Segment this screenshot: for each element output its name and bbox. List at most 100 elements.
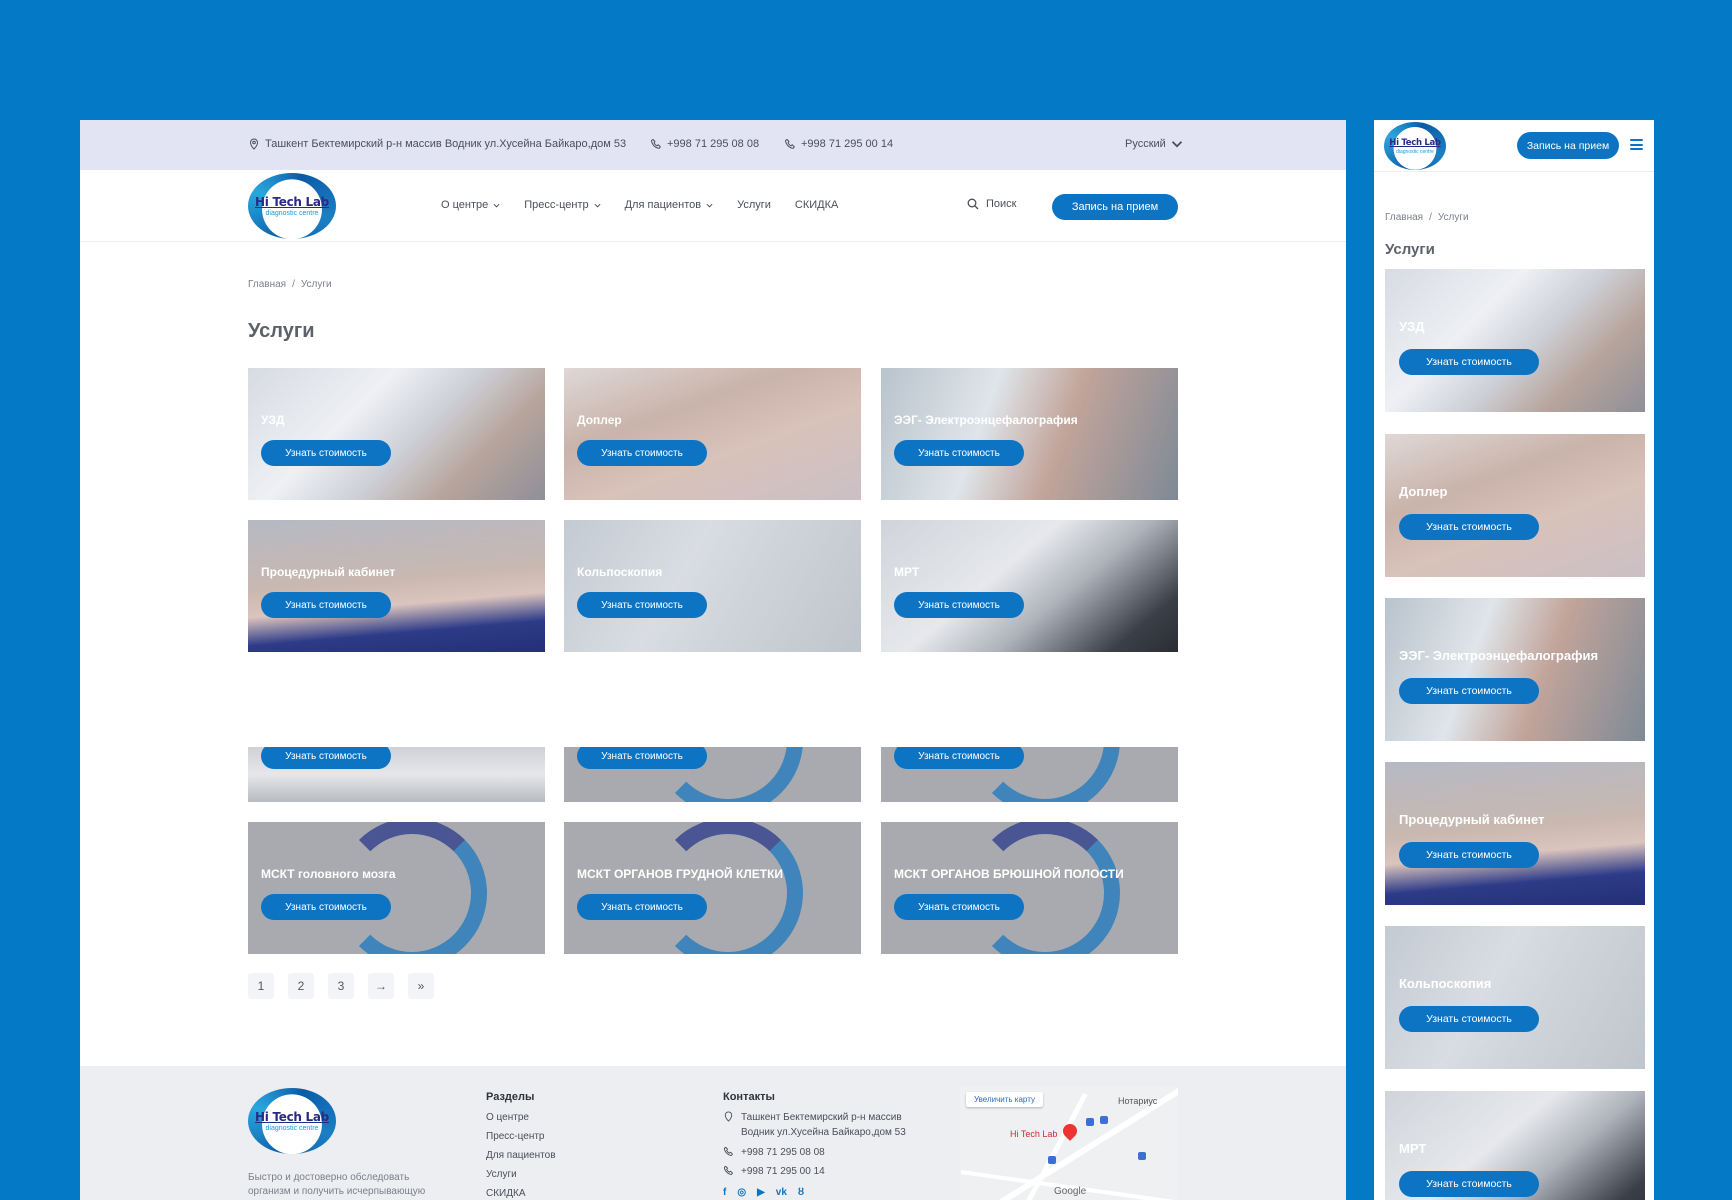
get-price-button[interactable]: Узнать стоимость <box>1399 349 1539 375</box>
nav-item-label: Пресс-центр <box>524 199 589 211</box>
youtube-icon[interactable]: ▶ <box>757 1187 765 1198</box>
get-price-button[interactable]: Узнать стоимость <box>577 440 707 466</box>
page-title: Услуги <box>248 320 315 342</box>
phone-icon <box>650 138 661 149</box>
page-1[interactable]: 1 <box>248 973 274 999</box>
mobile-service-card[interactable]: УЗД Узнать стоимость <box>1385 269 1645 412</box>
page-last[interactable]: » <box>408 973 434 999</box>
get-price-button[interactable]: Узнать стоимость <box>1399 842 1539 868</box>
phone-icon <box>784 138 795 149</box>
get-price-button[interactable]: Узнать стоимость <box>577 894 707 920</box>
mobile-logo[interactable]: Hi Tech Lab diagnostic centre <box>1384 122 1446 170</box>
breadcrumb-home[interactable]: Главная <box>1385 212 1423 223</box>
get-price-button[interactable]: Узнать стоимость <box>577 747 707 769</box>
footer-link-services[interactable]: Услуги <box>486 1169 517 1180</box>
map-brand: Google <box>1054 1186 1087 1197</box>
nav-item-discount[interactable]: СКИДКА <box>795 199 838 211</box>
service-card-title: Кольпоскопия <box>577 565 663 579</box>
get-price-button[interactable]: Узнать стоимость <box>894 894 1024 920</box>
topbar-phone-1-text: +998 71 295 08 08 <box>667 138 760 150</box>
social-links: f ◎ ▶ vk ȣ <box>723 1187 804 1198</box>
service-card[interactable]: ЭЭГ- Электроэнцефалография Узнать стоимо… <box>881 368 1178 500</box>
site-logo[interactable]: Hi Tech Lab diagnostic centre <box>248 173 336 239</box>
service-card[interactable]: Кольпоскопия Узнать стоимость <box>564 520 861 652</box>
service-card[interactable]: МСКТ ОРГАНОВ БРЮШНОЙ ПОЛОСТИ Узнать стои… <box>881 822 1178 954</box>
service-card[interactable]: Доплер Узнать стоимость <box>564 368 861 500</box>
service-card[interactable]: МРТ Узнать стоимость <box>881 520 1178 652</box>
get-price-button[interactable]: Узнать стоимость <box>1399 1171 1539 1197</box>
nav-item-about[interactable]: О центре <box>441 199 500 211</box>
mobile-service-card[interactable]: МРТ Узнать стоимость <box>1385 1091 1645 1200</box>
facebook-icon[interactable]: f <box>723 1187 726 1198</box>
get-price-button[interactable]: Узнать стоимость <box>261 592 391 618</box>
mobile-frame: Hi Tech Lab diagnostic centre Запись на … <box>1374 120 1654 1200</box>
service-card-title: МРТ <box>894 565 920 579</box>
footer-link-patients[interactable]: Для пациентов <box>486 1150 556 1161</box>
enlarge-map-button[interactable]: Увеличить карту <box>966 1092 1043 1107</box>
service-card[interactable]: Процедурный кабинет Узнать стоимость <box>248 520 545 652</box>
nav-item-patients[interactable]: Для пациентов <box>625 199 713 211</box>
topbar-phone-1[interactable]: +998 71 295 08 08 <box>650 138 759 150</box>
mobile-service-card[interactable]: ЭЭГ- Электроэнцефалография Узнать стоимо… <box>1385 598 1645 741</box>
get-price-button[interactable]: Узнать стоимость <box>261 747 391 769</box>
logo-subtext: diagnostic centre <box>1396 148 1434 155</box>
footer-phone-1[interactable]: +998 71 295 08 08 <box>723 1146 825 1158</box>
get-price-button[interactable]: Узнать стоимость <box>261 894 391 920</box>
footer-tagline: Быстро и достоверно обследовать <box>248 1172 410 1183</box>
footer-link-press[interactable]: Пресс-центр <box>486 1131 544 1142</box>
page-3[interactable]: 3 <box>328 973 354 999</box>
topbar: Ташкент Бектемирский р-н массив Водник у… <box>80 120 1346 170</box>
chevron-down-icon <box>1171 141 1182 148</box>
breadcrumb-current: Услуги <box>1437 212 1469 223</box>
footer-logo[interactable]: Hi Tech Lab diagnostic centre <box>248 1088 336 1154</box>
nav-item-services[interactable]: Услуги <box>737 199 771 211</box>
page-next[interactable]: → <box>368 973 394 999</box>
breadcrumb-home[interactable]: Главная <box>248 279 286 290</box>
service-card-partial[interactable]: Узнать стоимость <box>564 747 861 802</box>
get-price-button[interactable]: Узнать стоимость <box>894 747 1024 769</box>
logo-text: Hi Tech Lab <box>1389 137 1441 148</box>
get-price-button[interactable]: Узнать стоимость <box>1399 678 1539 704</box>
mobile-service-card[interactable]: Процедурный кабинет Узнать стоимость <box>1385 762 1645 905</box>
search-button[interactable]: Поиск <box>967 198 1016 210</box>
mobile-service-card[interactable]: Кольпоскопия Узнать стоимость <box>1385 926 1645 1069</box>
service-card[interactable]: УЗД Узнать стоимость <box>248 368 545 500</box>
get-price-button[interactable]: Узнать стоимость <box>261 440 391 466</box>
odnoklassniki-icon[interactable]: ȣ <box>798 1187 804 1198</box>
footer: Hi Tech Lab diagnostic centre Быстро и д… <box>80 1066 1346 1200</box>
get-price-button[interactable]: Узнать стоимость <box>1399 514 1539 540</box>
footer-address-line-1: Ташкент Бектемирский р-н массив <box>741 1112 902 1123</box>
page-2[interactable]: 2 <box>288 973 314 999</box>
footer-link-discount[interactable]: СКИДКА <box>486 1188 526 1199</box>
book-appointment-button[interactable]: Запись на прием <box>1052 194 1178 220</box>
topbar-address: Ташкент Бектемирский р-н массив Водник у… <box>248 138 626 150</box>
service-card[interactable]: МСКТ ОРГАНОВ ГРУДНОЙ КЛЕТКИ Узнать стоим… <box>564 822 861 954</box>
chevron-down-icon <box>493 203 500 208</box>
get-price-button[interactable]: Узнать стоимость <box>1399 1006 1539 1032</box>
topbar-address-text: Ташкент Бектемирский р-н массив Водник у… <box>265 138 627 150</box>
vk-icon[interactable]: vk <box>776 1187 787 1198</box>
location-map[interactable]: Увеличить карту Hi Tech Lab Нотариус Goo… <box>960 1086 1178 1200</box>
footer-phone-2-text: +998 71 295 00 14 <box>741 1166 825 1177</box>
chevron-down-icon <box>706 203 713 208</box>
service-card-partial[interactable]: Узнать стоимость <box>881 747 1178 802</box>
hamburger-menu-icon[interactable] <box>1630 139 1643 150</box>
nav-item-label: Услуги <box>737 199 771 211</box>
footer-phone-2[interactable]: +998 71 295 00 14 <box>723 1165 825 1177</box>
mobile-book-appointment-button[interactable]: Запись на прием <box>1517 132 1619 159</box>
map-marker-icon <box>1086 1118 1094 1126</box>
mobile-service-card[interactable]: Доплер Узнать стоимость <box>1385 434 1645 577</box>
language-select[interactable]: Русский <box>1125 138 1183 150</box>
instagram-icon[interactable]: ◎ <box>737 1187 746 1198</box>
get-price-button[interactable]: Узнать стоимость <box>894 592 1024 618</box>
footer-link-about[interactable]: О центре <box>486 1112 529 1123</box>
service-card[interactable]: МСКТ головного мозга Узнать стоимость <box>248 822 545 954</box>
topbar-phone-2[interactable]: +998 71 295 00 14 <box>784 138 893 150</box>
main-navbar: Hi Tech Lab diagnostic centre О центре П… <box>80 170 1346 242</box>
map-poi-label: Нотариус <box>1118 1096 1158 1106</box>
phone-icon <box>723 1146 734 1156</box>
service-card-partial[interactable]: Узнать стоимость <box>248 747 545 802</box>
get-price-button[interactable]: Узнать стоимость <box>577 592 707 618</box>
nav-item-press[interactable]: Пресс-центр <box>524 199 601 211</box>
get-price-button[interactable]: Узнать стоимость <box>894 440 1024 466</box>
